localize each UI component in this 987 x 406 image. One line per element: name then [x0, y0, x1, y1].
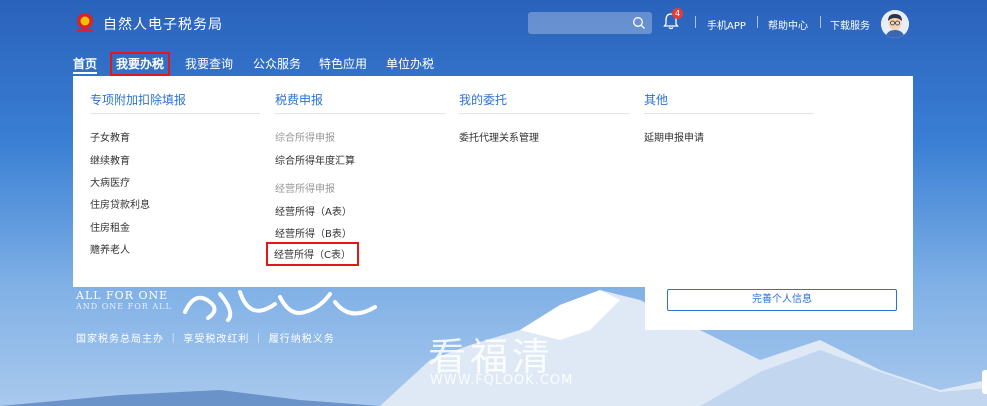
menu-heading-tax-declaration[interactable]: 税费申报 — [275, 91, 323, 108]
notification-badge: 4 — [672, 8, 683, 19]
tax-emblem-icon — [77, 13, 93, 32]
nav-featured-apps[interactable]: 特色应用 — [319, 55, 367, 72]
search-input[interactable] — [528, 12, 652, 34]
divider — [90, 113, 260, 114]
menu-item-serious-illness[interactable]: 大病医疗 — [90, 174, 130, 189]
menu-item-continuing-education[interactable]: 继续教育 — [90, 152, 130, 167]
divider — [459, 113, 629, 114]
menu-item-annual-settlement[interactable]: 综合所得年度汇算 — [275, 152, 355, 167]
header-divider — [820, 16, 821, 28]
nav-active-underline — [73, 72, 97, 74]
dropdown-menu: 专项附加扣除填报 子女教育 继续教育 大病医疗 住房贷款利息 住房租金 赡养老人… — [73, 76, 913, 287]
menu-item-business-income-b[interactable]: 经营所得（B表） — [275, 225, 352, 240]
menu-item-business-income-a[interactable]: 经营所得（A表） — [275, 203, 352, 218]
nav-public-service[interactable]: 公众服务 — [253, 55, 301, 72]
help-center-link[interactable]: 帮助中心 — [768, 17, 808, 32]
header-divider — [757, 16, 758, 28]
mobile-app-link[interactable]: 手机APP — [707, 17, 746, 32]
menu-heading-my-delegation[interactable]: 我的委托 — [459, 91, 507, 108]
banner-english-line2: AND ONE FOR ALL — [76, 302, 172, 311]
menu-item-business-income-c[interactable]: 经营所得（C表） — [266, 242, 359, 266]
nav-home[interactable]: 首页 — [73, 55, 97, 72]
site-title[interactable]: 自然人电子税务局 — [103, 14, 223, 34]
menu-item-housing-loan-interest[interactable]: 住房贷款利息 — [90, 196, 150, 211]
header-divider — [695, 16, 696, 28]
menu-heading-special-deduction[interactable]: 专项附加扣除填报 — [90, 91, 186, 108]
nav-unit-tax[interactable]: 单位办税 — [386, 55, 434, 72]
divider — [275, 113, 445, 114]
menu-heading-other[interactable]: 其他 — [644, 91, 668, 108]
menu-item-housing-rent[interactable]: 住房租金 — [90, 219, 130, 234]
top-header: 自然人电子税务局 4 手机APP 帮助中心 下载服务 — [0, 0, 987, 50]
menu-item-children-education[interactable]: 子女教育 — [90, 129, 130, 144]
banner-english-line1: ALL FOR ONE — [76, 289, 169, 302]
download-service-link[interactable]: 下载服务 — [830, 17, 870, 32]
search-icon[interactable] — [632, 16, 646, 30]
divider — [644, 113, 814, 114]
complete-profile-button[interactable]: 完善个人信息 — [667, 289, 897, 311]
calligraphy-slogan-image — [183, 290, 377, 322]
watermark-url: WWW.FQLOOK.COM — [430, 373, 574, 388]
menu-item-elderly-support[interactable]: 赡养老人 — [90, 241, 130, 256]
profile-card: 完善个人信息 — [645, 287, 913, 330]
nav-query[interactable]: 我要查询 — [185, 55, 233, 72]
avatar-icon — [881, 10, 909, 38]
menu-group-comprehensive-income: 综合所得申报 — [275, 133, 335, 144]
menu-item-agency-management[interactable]: 委托代理关系管理 — [459, 129, 539, 144]
side-float-tab[interactable] — [982, 370, 987, 394]
menu-item-deferred-filing[interactable]: 延期申报申请 — [644, 129, 704, 144]
menu-group-business-income: 经营所得申报 — [275, 184, 335, 195]
nav-tax-handling[interactable]: 我要办税 — [110, 52, 171, 76]
banner-slogan: 国家税务总局主办 ｜ 享受税改红利 ｜ 履行纳税义务 — [76, 334, 335, 345]
user-avatar[interactable] — [881, 10, 909, 38]
